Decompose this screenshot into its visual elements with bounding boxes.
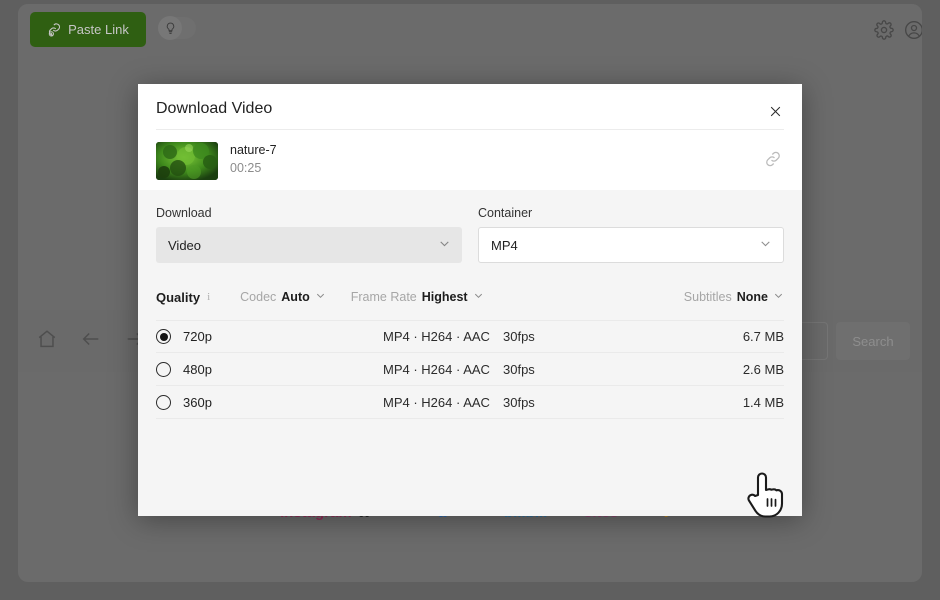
download-type-value: Video xyxy=(168,237,202,253)
link-icon[interactable] xyxy=(764,150,784,170)
quality-resolution: 480p xyxy=(183,361,212,377)
info-icon[interactable]: i xyxy=(207,291,210,303)
quality-framerate: 30fps xyxy=(503,394,535,410)
codec-dropdown[interactable]: Codec Auto xyxy=(240,290,326,304)
close-icon[interactable] xyxy=(764,100,786,122)
quality-filesize: 1.4 MB xyxy=(742,394,784,410)
paste-link-label: Paste Link xyxy=(68,22,129,37)
container-select[interactable]: MP4 xyxy=(478,227,784,263)
quality-filesize: 6.7 MB xyxy=(742,329,784,344)
container-label: Container xyxy=(478,206,533,220)
account-circle-icon[interactable] xyxy=(904,20,922,40)
chevron-down-icon xyxy=(473,290,484,304)
paste-link-button[interactable]: Paste Link xyxy=(30,12,146,47)
quality-radio[interactable] xyxy=(156,329,171,344)
download-video-dialog: Download Video nature-7 00:25 Download V… xyxy=(138,84,802,516)
header-divider xyxy=(156,129,784,130)
media-duration: 00:25 xyxy=(230,161,262,175)
search-button-label: Search xyxy=(852,333,894,349)
subtitles-value: None xyxy=(736,290,768,304)
container-group: Container MP4 xyxy=(478,206,784,263)
quality-option-row[interactable]: 480p MP4 · H264 · AAC 30fps 2.6 MB xyxy=(156,353,784,386)
dialog-header: Download Video nature-7 00:25 xyxy=(138,84,802,190)
link-plus-icon xyxy=(47,22,62,37)
quality-option-row[interactable]: 360p MP4 · H264 · AAC 30fps 1.4 MB xyxy=(156,386,784,419)
theme-toggle-switch[interactable] xyxy=(158,16,196,40)
dialog-title: Download Video xyxy=(156,100,273,117)
video-thumbnail xyxy=(156,142,218,180)
quality-toolbar: Quality i Codec Auto Frame Rate Highest xyxy=(156,286,784,308)
chevron-down-icon xyxy=(438,237,451,253)
subtitles-dropdown[interactable]: Subtitles None xyxy=(684,290,784,304)
quality-filesize: 2.6 MB xyxy=(742,361,784,377)
chevron-down-icon xyxy=(773,290,784,304)
download-type-group: Download Video xyxy=(156,206,462,263)
quality-option-row[interactable]: 720p MP4 · H264 · AAC 30fps 6.7 MB xyxy=(156,320,784,353)
chevron-down-icon xyxy=(315,290,326,304)
quality-framerate: 30fps xyxy=(503,361,535,377)
lightbulb-icon xyxy=(158,16,182,40)
app-toolbar: Paste Link xyxy=(18,4,922,52)
quality-resolution: 720p xyxy=(183,329,212,344)
quality-label: Quality xyxy=(156,289,201,305)
codec-value: Auto xyxy=(281,290,310,304)
quality-codecs: MP4 · H264 · AAC xyxy=(383,361,490,377)
media-info-row: nature-7 00:25 xyxy=(156,142,784,182)
quality-framerate: 30fps xyxy=(503,329,535,344)
gear-icon[interactable] xyxy=(874,20,894,40)
home-icon[interactable] xyxy=(36,328,58,355)
quality-options-list: 720p MP4 · H264 · AAC 30fps 6.7 MB 480p MP4 ·… xyxy=(156,320,784,419)
framerate-label: Frame Rate xyxy=(350,290,417,304)
media-title: nature-7 xyxy=(230,143,277,157)
codec-label: Codec xyxy=(240,290,277,304)
desktop-backdrop: Paste Link Search Download Video nature-… xyxy=(0,0,940,600)
framerate-value: Highest xyxy=(421,290,468,304)
quality-radio[interactable] xyxy=(156,394,171,410)
framerate-dropdown[interactable]: Frame Rate Highest xyxy=(351,290,484,304)
download-type-label: Download xyxy=(156,206,212,220)
container-value: MP4 xyxy=(491,237,518,253)
quality-codecs: MP4 · H264 · AAC xyxy=(383,329,490,344)
quality-radio[interactable] xyxy=(156,361,171,377)
format-selects-row: Download Video Container MP4 xyxy=(156,206,784,263)
quality-codecs: MP4 · H264 · AAC xyxy=(383,394,490,410)
download-type-select[interactable]: Video xyxy=(156,227,462,263)
search-button[interactable]: Search xyxy=(836,322,910,360)
quality-resolution: 360p xyxy=(183,394,212,410)
chevron-down-icon xyxy=(759,237,772,253)
subtitles-label: Subtitles xyxy=(683,290,732,304)
arrow-left-icon[interactable] xyxy=(80,328,102,355)
